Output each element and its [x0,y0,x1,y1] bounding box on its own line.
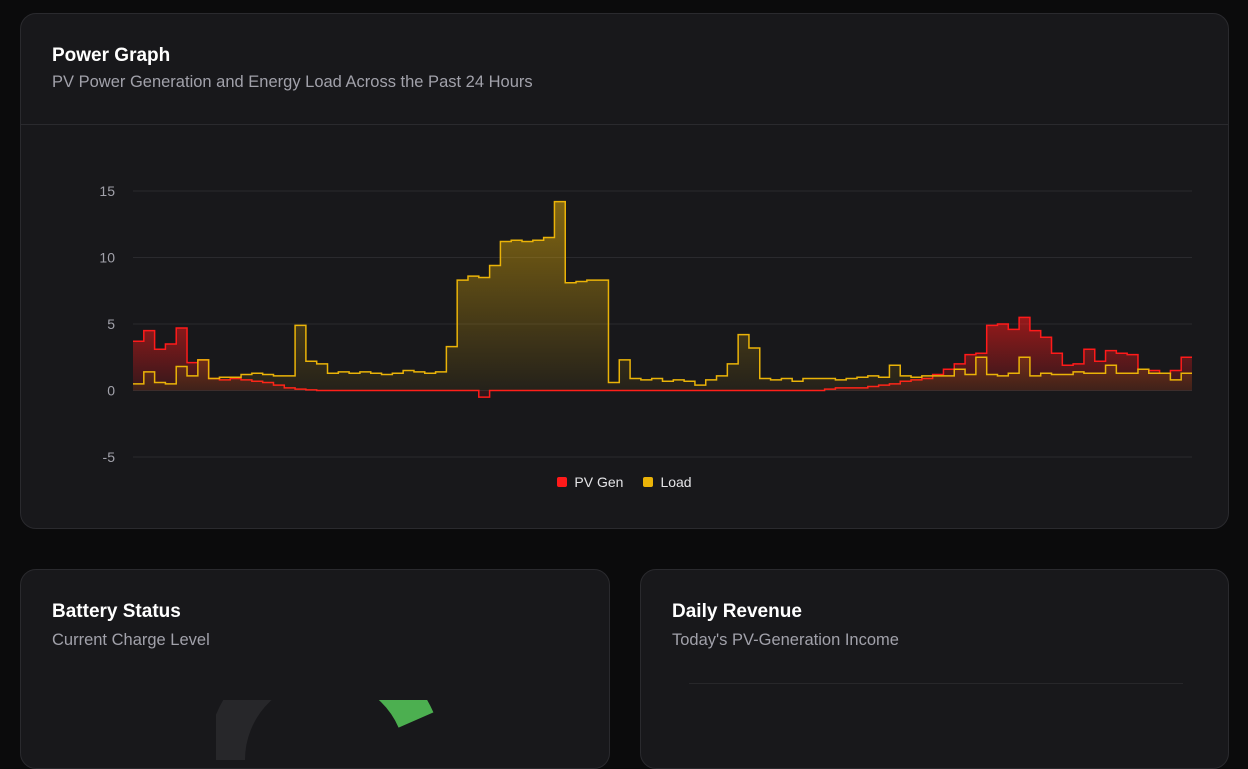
legend-swatch-pv-gen [557,477,568,487]
battery-gauge [216,700,434,760]
battery-gauge-track [216,700,272,760]
battery-subtitle: Current Charge Level [52,631,210,649]
revenue-title: Daily Revenue [672,601,802,622]
y-tick-label: 10 [99,250,115,266]
legend-item-load[interactable]: Load [643,474,692,490]
legend-label-load: Load [660,474,692,490]
y-tick-label: 15 [99,183,115,199]
y-tick-label: -5 [103,449,116,465]
battery-status-card: Battery Status Current Charge Level [20,569,610,769]
revenue-subtitle: Today's PV-Generation Income [672,631,899,649]
legend-swatch-load [643,477,654,487]
power-chart: 15 10 5 0 -5 [99,183,1192,465]
battery-gauge-fill [378,700,434,729]
legend-label-pv-gen: PV Gen [574,474,624,490]
y-tick-label: 5 [107,316,115,332]
chart-legend: PV Gen Load [21,474,1228,490]
daily-revenue-card: Daily Revenue Today's PV-Generation Inco… [640,569,1229,769]
battery-title: Battery Status [52,601,181,622]
revenue-gridline [689,683,1183,684]
legend-item-pv-gen[interactable]: PV Gen [557,474,623,490]
y-tick-label: 0 [107,383,115,399]
power-graph-card: Power Graph PV Power Generation and Ener… [20,13,1229,529]
